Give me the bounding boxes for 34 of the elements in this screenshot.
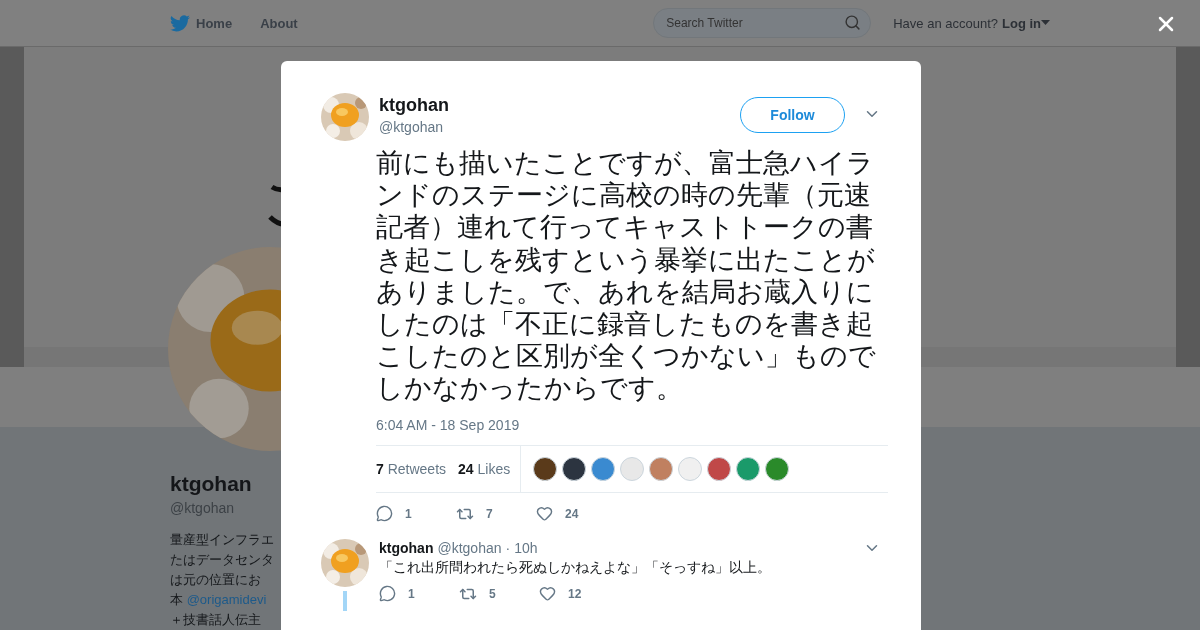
avatar[interactable] [562, 456, 587, 481]
bio-text: 量産型インフラエ [170, 531, 275, 549]
reply-button[interactable]: 1 [376, 505, 456, 523]
reply-icon [379, 585, 396, 603]
bird-icon [170, 14, 190, 32]
like-button[interactable]: 12 [539, 585, 619, 603]
bio-text: は元の位置にお [170, 571, 262, 589]
separator-dot: · [505, 539, 511, 556]
profile-name: ktgohan [170, 472, 253, 496]
reply-text: 「これ出所問われたら死ぬしかねえよな」「そっすね」以上。 [379, 558, 772, 577]
reply-time: 10h [514, 539, 538, 556]
heart-icon [539, 585, 556, 603]
like-button[interactable]: 24 [536, 505, 616, 523]
nav-link[interactable]: Home [170, 14, 233, 32]
search-icon [844, 14, 862, 31]
bio-text: 本 [170, 592, 183, 607]
stat-link[interactable]: 7 Retweets [376, 460, 447, 477]
nav-link[interactable]: About [260, 15, 298, 31]
search-field[interactable]: Search Twitter [653, 8, 872, 38]
retweet-button[interactable]: 5 [459, 584, 539, 603]
stat-link[interactable]: 24 Likes [458, 460, 511, 477]
avatar[interactable] [533, 456, 558, 481]
heart-icon [536, 505, 553, 523]
account-prompt: Have an account? [893, 15, 998, 31]
caret-icon [1041, 20, 1050, 26]
reply-author-handle: @ktgohan [437, 539, 502, 556]
bio-text: たはデータセンタ [170, 551, 275, 569]
login-link[interactable]: Log in [1002, 15, 1050, 31]
reply-button[interactable]: 1 [379, 585, 459, 603]
tweet-time: 6:04 AM - 18 Sep 2019 [376, 416, 521, 433]
reply-icon [376, 505, 393, 523]
reply-author-name: ktgohan [379, 539, 434, 556]
bio-text: ＋技書話人伝主 [170, 611, 262, 629]
retweet-button[interactable]: 7 [456, 504, 536, 523]
